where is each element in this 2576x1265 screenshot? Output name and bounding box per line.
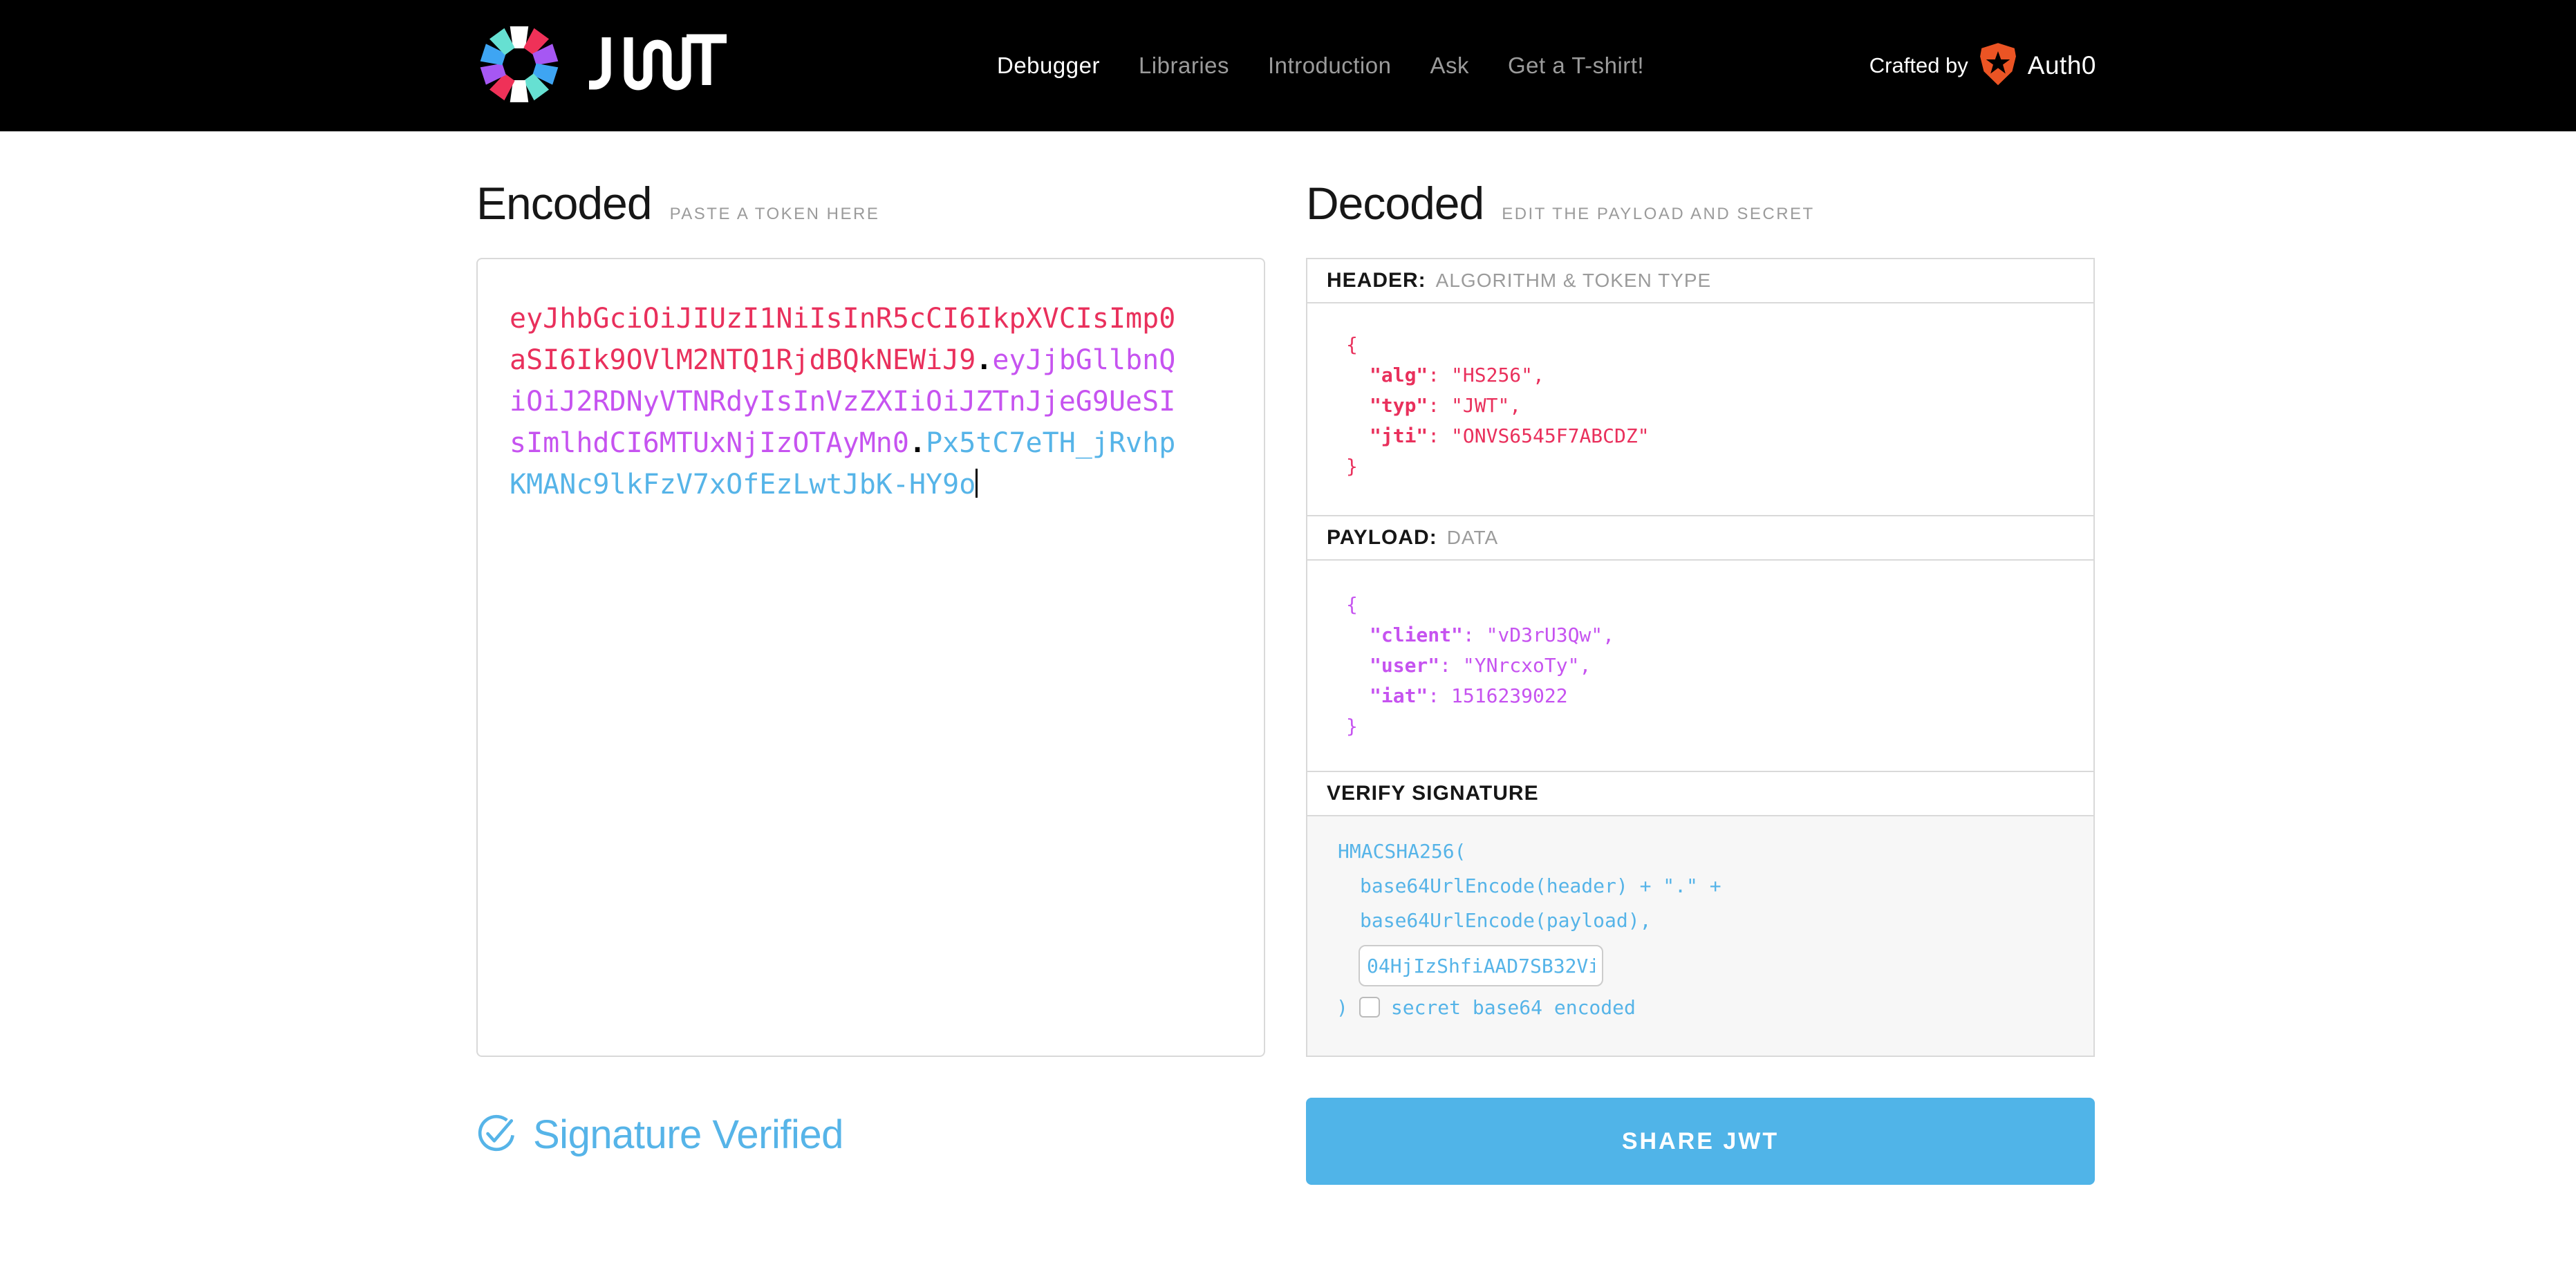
payload-label: PAYLOAD: — [1327, 526, 1437, 550]
payload-json-editor[interactable]: {"client": "vD3rU3Qw","user": "YNrcxoTy"… — [1306, 559, 2095, 772]
json-key: "jti" — [1370, 424, 1428, 447]
json-line: "iat": 1516239022 — [1346, 681, 2093, 711]
header-json-editor[interactable]: {"alg": "HS256","typ": "JWT","jti": "ONV… — [1306, 302, 2095, 516]
decoded-subtitle: EDIT THE PAYLOAD AND SECRET — [1502, 205, 1814, 224]
payload-sublabel: DATA — [1447, 527, 1499, 549]
text-caret — [976, 469, 978, 498]
json-line: "user": "YNrcxoTy", — [1346, 650, 2093, 681]
nav-item-debugger[interactable]: Debugger — [997, 53, 1100, 79]
token-separator: . — [909, 427, 926, 459]
decoded-title-row: Decoded EDIT THE PAYLOAD AND SECRET — [1306, 177, 1815, 229]
nav-item-ask[interactable]: Ask — [1430, 53, 1469, 79]
json-line: "alg": "HS256", — [1346, 360, 2093, 391]
jwt-logo[interactable] — [476, 18, 729, 113]
json-line: "jti": "ONVS6545F7ABCDZ" — [1346, 421, 2093, 451]
top-navigation-bar: Debugger Libraries Introduction Ask Get a T-… — [0, 0, 2576, 131]
share-jwt-button[interactable]: SHARE JWT — [1306, 1098, 2095, 1185]
json-value: : "vD3rU3Qw", — [1463, 624, 1614, 646]
secret-base64-label: secret base64 encoded — [1391, 996, 1636, 1019]
signature-status-text: Signature Verified — [533, 1112, 843, 1158]
closing-paren: ) — [1336, 996, 1348, 1019]
json-value: : "ONVS6545F7ABCDZ" — [1428, 424, 1649, 447]
json-value: : "HS256", — [1428, 364, 1544, 386]
verify-signature-panel: HMACSHA256( base64UrlEncode(header) + ".… — [1306, 815, 2095, 1057]
verify-signature-label-row: VERIFY SIGNATURE — [1306, 771, 2095, 816]
nav-item-libraries[interactable]: Libraries — [1139, 53, 1229, 79]
header-sublabel: ALGORITHM & TOKEN TYPE — [1436, 270, 1712, 292]
secret-base64-checkbox[interactable] — [1359, 997, 1380, 1018]
decoded-title: Decoded — [1306, 177, 1484, 229]
encoded-title: Encoded — [476, 177, 652, 229]
crafted-by-auth0-link[interactable]: Crafted by Auth0 — [1869, 0, 2096, 131]
jwt-token-text[interactable]: eyJhbGciOiJIUzI1NiIsInR5cCI6IkpXVCIsImp0… — [510, 298, 1177, 505]
verify-signature-label: VERIFY SIGNATURE — [1327, 782, 1539, 805]
json-value: : 1516239022 — [1428, 684, 1567, 707]
json-key: "iat" — [1370, 684, 1428, 707]
payload-section-label: PAYLOAD: DATA — [1306, 515, 2095, 561]
auth0-wordmark: Auth0 — [2028, 51, 2096, 80]
nav-item-introduction[interactable]: Introduction — [1268, 53, 1391, 79]
nav-item-get-a-t-shirt[interactable]: Get a T-shirt! — [1508, 53, 1644, 79]
signature-status: Signature Verified — [476, 1112, 843, 1158]
encoded-title-row: Encoded PASTE A TOKEN HERE — [476, 177, 879, 229]
json-key: "user" — [1370, 654, 1439, 677]
check-circle-icon — [476, 1113, 516, 1156]
hmac-code-line-3: base64UrlEncode(payload), — [1360, 909, 1651, 932]
token-separator: . — [976, 344, 992, 376]
secret-input[interactable] — [1359, 945, 1603, 986]
hmac-code-line-1: HMACSHA256( — [1338, 840, 1466, 863]
json-line: "client": "vD3rU3Qw", — [1346, 620, 2093, 650]
encoded-subtitle: PASTE A TOKEN HERE — [670, 205, 880, 224]
json-key: "typ" — [1370, 394, 1428, 417]
json-value: : "YNrcxoTy", — [1439, 654, 1591, 677]
jwt-pinwheel-icon — [476, 21, 562, 111]
main-nav: Debugger Libraries Introduction Ask Get a T-… — [997, 0, 1644, 131]
json-line: "typ": "JWT", — [1346, 391, 2093, 421]
json-line: { — [1346, 330, 2093, 360]
jwt-debugger-page: Debugger Libraries Introduction Ask Get a T-… — [0, 0, 2576, 1265]
hmac-code-line-2: base64UrlEncode(header) + "." + — [1360, 874, 1721, 897]
json-key: "alg" — [1370, 364, 1428, 386]
json-key: "client" — [1370, 624, 1463, 646]
encoded-token-editor[interactable]: eyJhbGciOiJIUzI1NiIsInR5cCI6IkpXVCIsImp0… — [476, 258, 1265, 1057]
header-section-label: HEADER: ALGORITHM & TOKEN TYPE — [1306, 258, 2095, 303]
json-line: } — [1346, 711, 2093, 742]
json-line: { — [1346, 590, 2093, 620]
crafted-by-label: Crafted by — [1869, 53, 1968, 78]
json-value: : "JWT", — [1428, 394, 1521, 417]
header-label: HEADER: — [1327, 269, 1426, 292]
json-line: } — [1346, 451, 2093, 482]
auth0-shield-icon — [1979, 43, 2017, 89]
jwt-wordmark-icon — [583, 32, 729, 100]
